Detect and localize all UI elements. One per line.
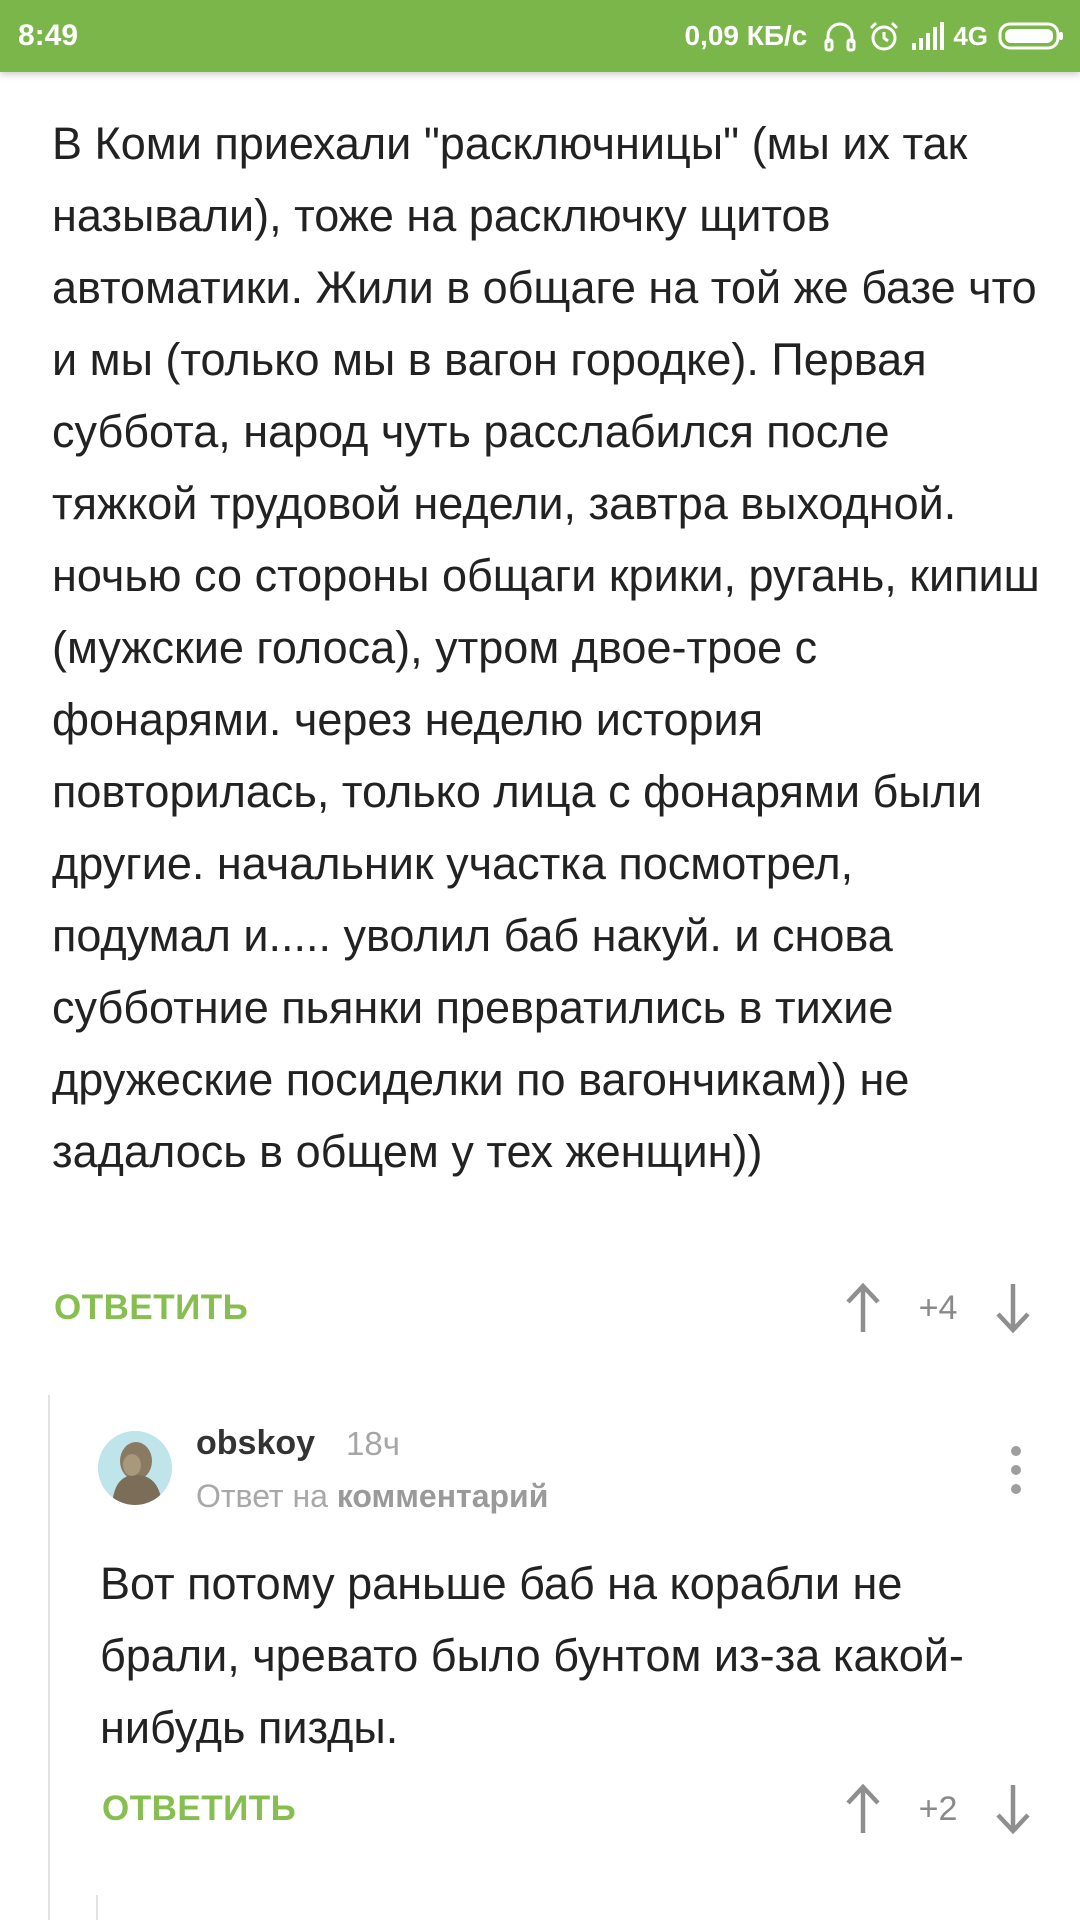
username[interactable]: obskoy — [196, 1424, 315, 1463]
reply-to-link[interactable]: комментарий — [337, 1478, 549, 1514]
rating-count: +4 — [918, 1288, 958, 1327]
signal-icon — [911, 21, 947, 51]
upvote-icon[interactable] — [836, 1278, 890, 1338]
reply-comment-text: Вот потому раньше баб на корабли не брал… — [100, 1558, 964, 1753]
timestamp: 18ч — [346, 1425, 400, 1462]
comment-actions: ОТВЕТИТЬ +4 — [54, 1268, 1040, 1348]
vote-box: +4 — [836, 1268, 1040, 1348]
comment-text: В Коми приехали "расключницы" (мы их так… — [52, 118, 1040, 1177]
reply-to-prefix: Ответ на — [196, 1478, 328, 1514]
thread-line-nested — [96, 1895, 98, 1920]
avatar[interactable] — [98, 1431, 172, 1505]
more-options-icon[interactable] — [996, 1440, 1036, 1500]
status-time: 8:49 — [18, 19, 79, 52]
network-type: 4G — [953, 20, 988, 51]
network-speed: 0,09 КБ/с — [684, 20, 808, 51]
headphones-icon — [823, 19, 857, 53]
alarm-icon — [867, 19, 901, 53]
vote-box-2: +2 — [836, 1769, 1040, 1849]
rating-count-2: +2 — [918, 1789, 958, 1828]
reply-to-line: Ответ на комментарий — [196, 1478, 548, 1515]
downvote-icon[interactable] — [986, 1278, 1040, 1338]
battery-icon — [998, 21, 1064, 51]
reply-button-2[interactable]: ОТВЕТИТЬ — [102, 1789, 296, 1829]
status-bar: 8:49 0,09 КБ/с 4G — [0, 0, 1080, 72]
reply-button[interactable]: ОТВЕТИТЬ — [54, 1288, 248, 1328]
status-right: 0,09 КБ/с 4G — [684, 14, 1064, 58]
downvote-icon[interactable] — [986, 1779, 1040, 1839]
thread-line — [48, 1395, 50, 1920]
reply-actions: ОТВЕТИТЬ +2 — [102, 1769, 1040, 1849]
upvote-icon[interactable] — [836, 1779, 890, 1839]
